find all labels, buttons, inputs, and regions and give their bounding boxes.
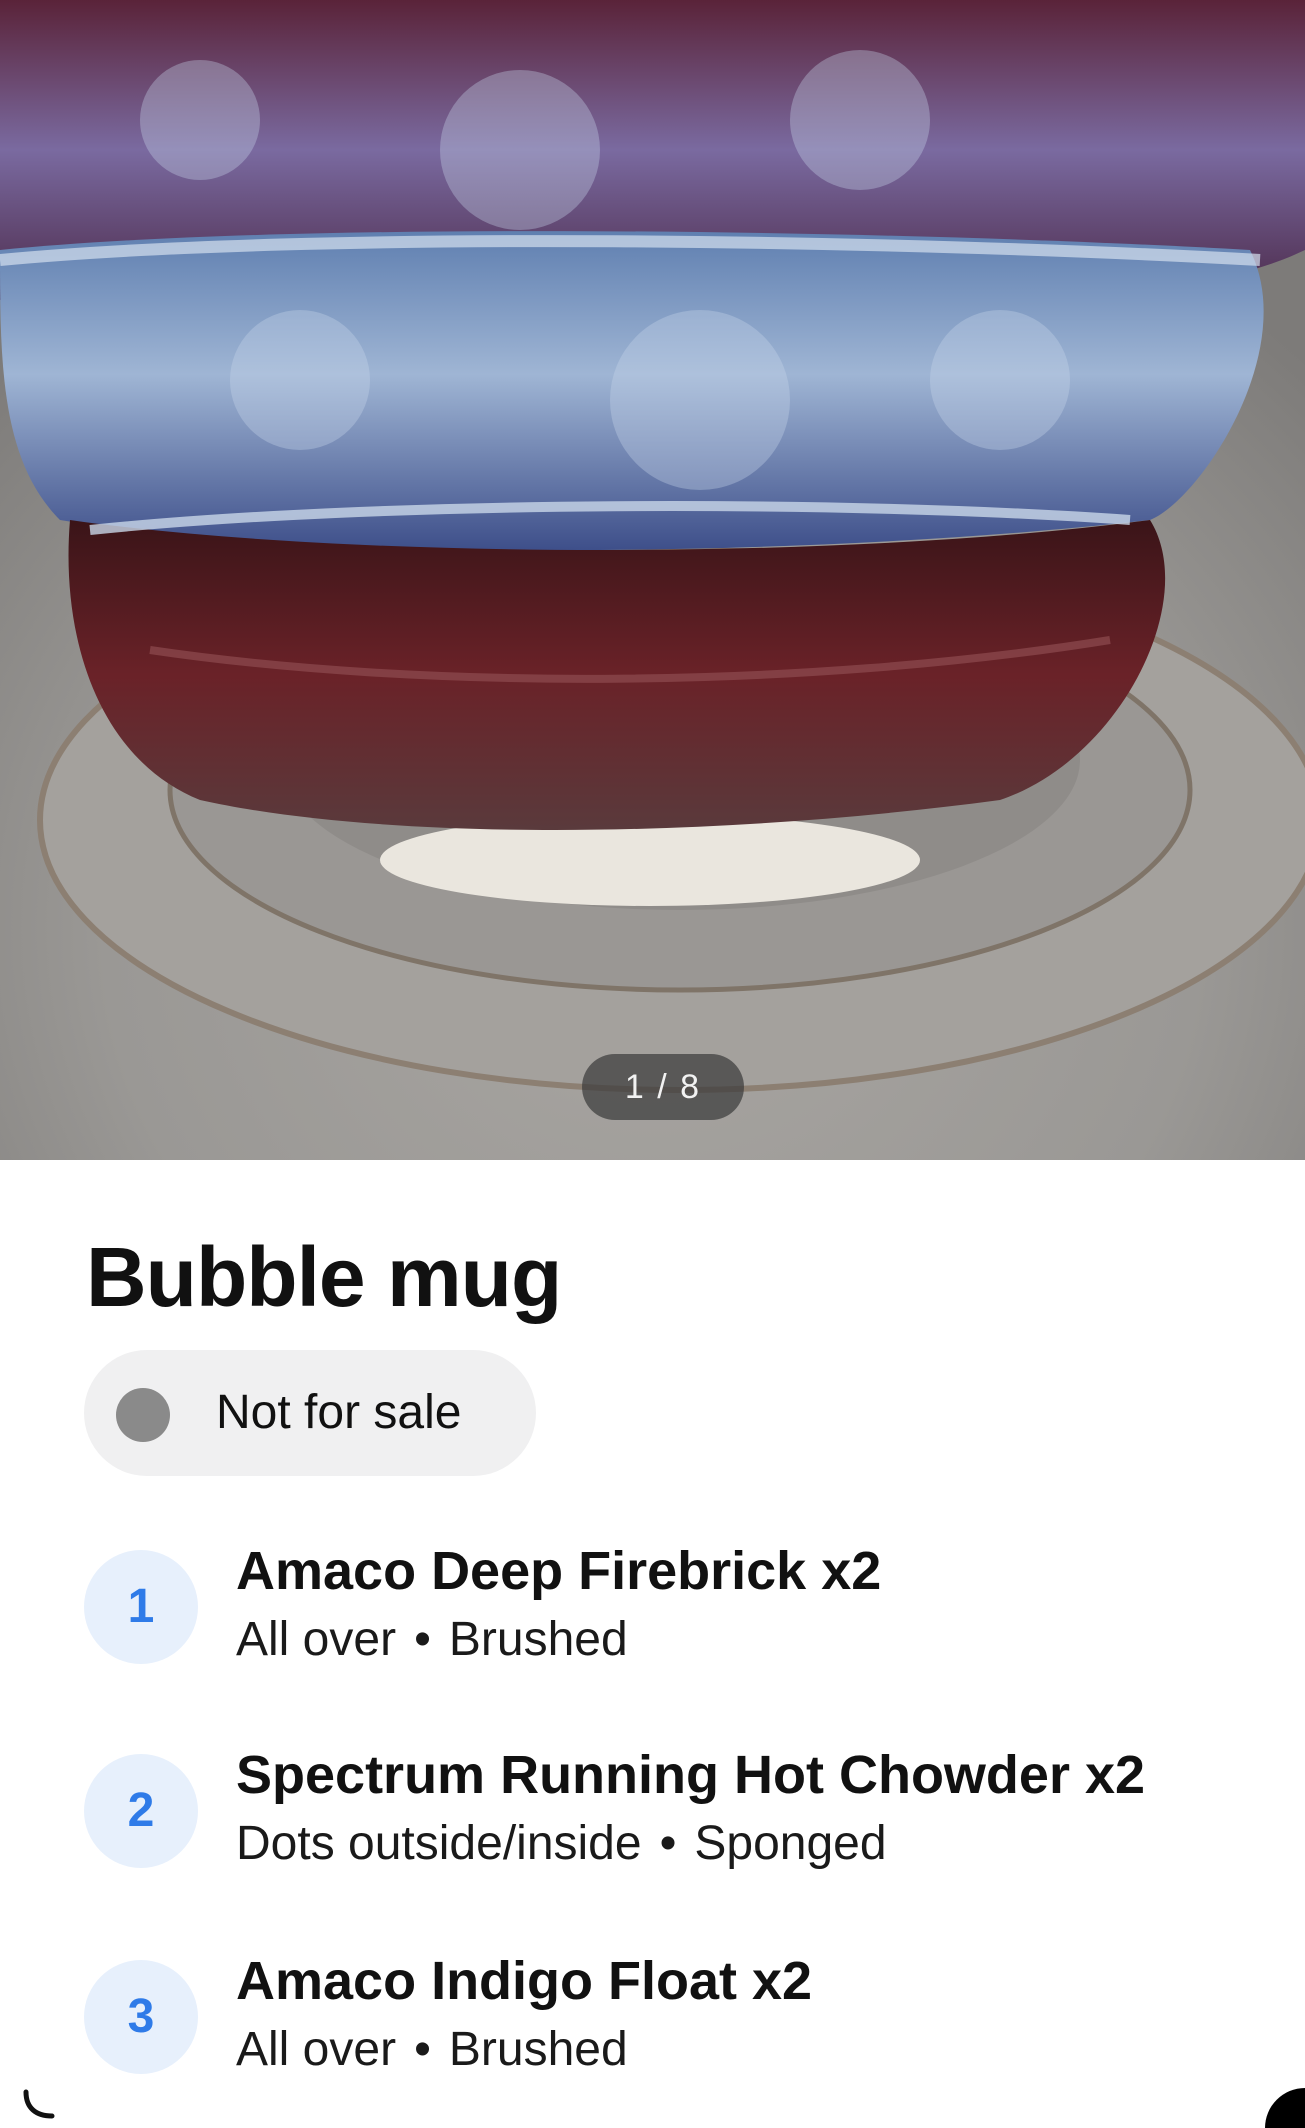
page-title: Bubble mug xyxy=(86,1230,562,1324)
glaze-detail: All over • Brushed xyxy=(236,1608,628,1672)
glaze-list-item[interactable]: 3 Amaco Indigo Float x2 All over • Brushed xyxy=(84,1951,1284,2086)
glaze-name: Amaco Deep Firebrick x2 xyxy=(236,1541,882,1601)
glaze-list-item[interactable]: 2 Spectrum Running Hot Chowder x2 Dots o… xyxy=(84,1745,1284,1880)
glaze-name: Spectrum Running Hot Chowder x2 xyxy=(236,1745,1146,1805)
glaze-area: All over xyxy=(236,1613,397,1666)
separator-dot: • xyxy=(414,1613,431,1666)
glaze-number-badge: 1 xyxy=(84,1550,198,1664)
loading-spinner-icon xyxy=(23,2089,55,2119)
status-badge[interactable]: Not for sale xyxy=(84,1350,536,1476)
glaze-number-badge: 2 xyxy=(84,1754,198,1868)
glaze-number-badge: 3 xyxy=(84,1960,198,2074)
separator-dot: • xyxy=(414,2023,431,2076)
photo-carousel[interactable]: 1 / 8 xyxy=(0,0,1305,1160)
glaze-method: Brushed xyxy=(448,1613,628,1666)
pottery-photo xyxy=(0,0,1305,1160)
glaze-detail: Dots outside/inside • Sponged xyxy=(236,1812,887,1876)
glaze-area: Dots outside/inside xyxy=(236,1817,642,1870)
glaze-detail: All over • Brushed xyxy=(236,2018,628,2082)
photo-counter: 1 / 8 xyxy=(582,1054,744,1120)
glaze-method: Brushed xyxy=(448,2023,628,2076)
glaze-method: Sponged xyxy=(694,1817,887,1870)
status-label: Not for sale xyxy=(216,1386,462,1439)
glaze-name: Amaco Indigo Float x2 xyxy=(236,1951,813,2011)
separator-dot: • xyxy=(659,1817,677,1870)
glaze-area: All over xyxy=(236,2023,397,2076)
status-dot-icon xyxy=(116,1388,170,1442)
glaze-list-item[interactable]: 1 Amaco Deep Firebrick x2 All over • Brush… xyxy=(84,1541,1284,1676)
